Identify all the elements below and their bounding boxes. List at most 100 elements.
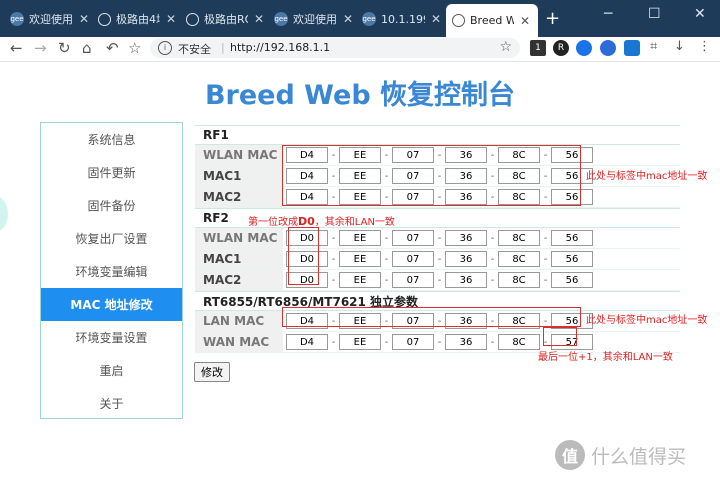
sidebar-item-about[interactable]: 关于 xyxy=(41,387,182,420)
mac-octet-input[interactable] xyxy=(445,147,487,163)
mac-octet-input[interactable] xyxy=(392,334,434,350)
mac-octet-input[interactable] xyxy=(339,334,381,350)
mac-octet-input[interactable] xyxy=(551,251,593,267)
mac-octet-input[interactable] xyxy=(498,168,540,184)
mac-octet-input[interactable] xyxy=(498,230,540,246)
mac-octet-input[interactable] xyxy=(392,230,434,246)
extension-badge-icon[interactable]: 1 xyxy=(530,40,546,56)
geektab-icon: gee xyxy=(362,12,376,26)
mac-octet-input[interactable] xyxy=(551,147,593,163)
reload-icon[interactable]: ↻ xyxy=(58,39,71,57)
mac-octet-input[interactable] xyxy=(286,168,328,184)
back-icon[interactable]: ← xyxy=(10,39,23,57)
mac-octet-input[interactable] xyxy=(339,313,381,329)
sidebar-item-factory-reset[interactable]: 恢复出厂设置 xyxy=(41,222,182,255)
star-icon[interactable]: ☆ xyxy=(499,39,512,55)
menu-icon[interactable]: ⋮ xyxy=(698,39,711,54)
extension-blue-icon[interactable] xyxy=(576,40,592,56)
close-icon[interactable]: ✕ xyxy=(166,12,176,26)
close-icon[interactable]: ✕ xyxy=(343,12,353,26)
mac-octet-input[interactable] xyxy=(445,334,487,350)
sidebar-item-env-settings[interactable]: 环境变量设置 xyxy=(41,321,182,354)
mac-octet-input[interactable] xyxy=(551,230,593,246)
mac-octet-input[interactable] xyxy=(339,147,381,163)
mac-octet-input[interactable] xyxy=(498,334,540,350)
mac-octet-input[interactable] xyxy=(392,168,434,184)
info-icon[interactable]: i xyxy=(158,41,172,55)
mac-octet-input[interactable] xyxy=(392,147,434,163)
tab-5[interactable]: gee 10.1.199.1 ✕ xyxy=(356,5,442,33)
address-bar[interactable]: i 不安全 | http://192.168.1.1 ☆ xyxy=(150,38,520,58)
geektab-icon: gee xyxy=(10,12,24,26)
mac-octet-input[interactable] xyxy=(392,251,434,267)
sidebar-item-firmware-update[interactable]: 固件更新 xyxy=(41,156,182,189)
mac-separator: - xyxy=(490,191,495,203)
mac-octet-input[interactable] xyxy=(445,313,487,329)
mac-fields: ----- xyxy=(283,189,593,205)
sidebar-item-system-info[interactable]: 系统信息 xyxy=(41,123,182,156)
mac-octet-input[interactable] xyxy=(392,313,434,329)
mac-octet-input[interactable] xyxy=(498,189,540,205)
tab-4[interactable]: gee 欢迎使用极 ✕ xyxy=(268,5,354,33)
tab-2[interactable]: 极路由4增 ✕ xyxy=(92,5,178,33)
sidebar-item-reboot[interactable]: 重启 xyxy=(41,354,182,387)
forward-icon[interactable]: → xyxy=(34,39,47,57)
page-title: Breed Web 恢复控制台 xyxy=(204,80,516,111)
mac-octet-input[interactable] xyxy=(445,272,487,288)
bookmark-star-icon[interactable]: ☆ xyxy=(128,39,141,57)
mac-octet-input[interactable] xyxy=(339,272,381,288)
mac-octet-input[interactable] xyxy=(392,272,434,288)
mac-fields: ----- xyxy=(283,251,593,267)
close-icon[interactable]: ✕ xyxy=(431,12,441,26)
mac-octet-input[interactable] xyxy=(498,313,540,329)
tab-6-active[interactable]: Breed Web ✕ xyxy=(446,4,538,37)
window-close-icon[interactable]: ✕ xyxy=(694,6,706,22)
mac-row: WLAN MAC - - - - - xyxy=(195,228,680,249)
mac-octet-input[interactable] xyxy=(339,168,381,184)
close-icon[interactable]: ✕ xyxy=(520,14,530,28)
mac-octet-input[interactable] xyxy=(498,272,540,288)
download-icon[interactable]: ↓ xyxy=(674,39,685,54)
close-icon[interactable]: ✕ xyxy=(254,12,264,26)
maximize-icon[interactable]: ☐ xyxy=(648,6,661,22)
mac-octet-input[interactable] xyxy=(445,168,487,184)
close-icon[interactable]: ✕ xyxy=(79,12,89,26)
sidebar-item-mac-edit[interactable]: MAC 地址修改 xyxy=(41,288,182,321)
mac-octet-input[interactable] xyxy=(551,272,593,288)
home-icon[interactable]: ⌂ xyxy=(82,39,92,57)
mac-octet-input[interactable] xyxy=(445,251,487,267)
tab-1[interactable]: gee 欢迎使用极 ✕ xyxy=(4,5,90,33)
extension-globe-icon[interactable] xyxy=(600,40,616,56)
mac-octet-input[interactable] xyxy=(551,189,593,205)
mac-octet-input[interactable] xyxy=(339,230,381,246)
mac-octet-input[interactable] xyxy=(339,251,381,267)
mac-octet-input[interactable] xyxy=(286,334,328,350)
extension-r-icon[interactable]: R xyxy=(553,40,569,56)
mac-octet-input[interactable] xyxy=(286,251,328,267)
mac-octet-input[interactable] xyxy=(286,189,328,205)
mac-octet-input[interactable] xyxy=(339,189,381,205)
mac-separator: - xyxy=(384,191,389,203)
mac-octet-input[interactable] xyxy=(498,251,540,267)
minimize-icon[interactable]: ─ xyxy=(604,6,612,22)
sidebar-item-env-edit[interactable]: 环境变量编辑 xyxy=(41,255,182,288)
mac-octet-input[interactable] xyxy=(286,147,328,163)
extension-square-icon[interactable] xyxy=(624,40,640,56)
mac-octet-input[interactable] xyxy=(286,272,328,288)
mac-octet-input[interactable] xyxy=(286,313,328,329)
mac-octet-input[interactable] xyxy=(445,189,487,205)
sidebar-item-firmware-backup[interactable]: 固件备份 xyxy=(41,189,182,222)
mac-octet-input[interactable] xyxy=(392,189,434,205)
crop-icon[interactable]: ⌗ xyxy=(650,39,657,54)
section-title: RF1 xyxy=(195,125,680,145)
undo-icon[interactable]: ↶ xyxy=(106,39,119,57)
mac-octet-input[interactable] xyxy=(498,147,540,163)
tab-3[interactable]: 极路由RO ✕ xyxy=(180,5,266,33)
new-tab-button[interactable]: + xyxy=(545,8,560,29)
mac-octet-input[interactable] xyxy=(286,230,328,246)
submit-button[interactable]: 修改 xyxy=(194,362,230,382)
mac-row-label: LAN MAC xyxy=(195,311,283,331)
url-text[interactable]: http://192.168.1.1 xyxy=(230,41,330,54)
mac-octet-input[interactable] xyxy=(445,230,487,246)
mac-separator: - xyxy=(490,336,495,348)
